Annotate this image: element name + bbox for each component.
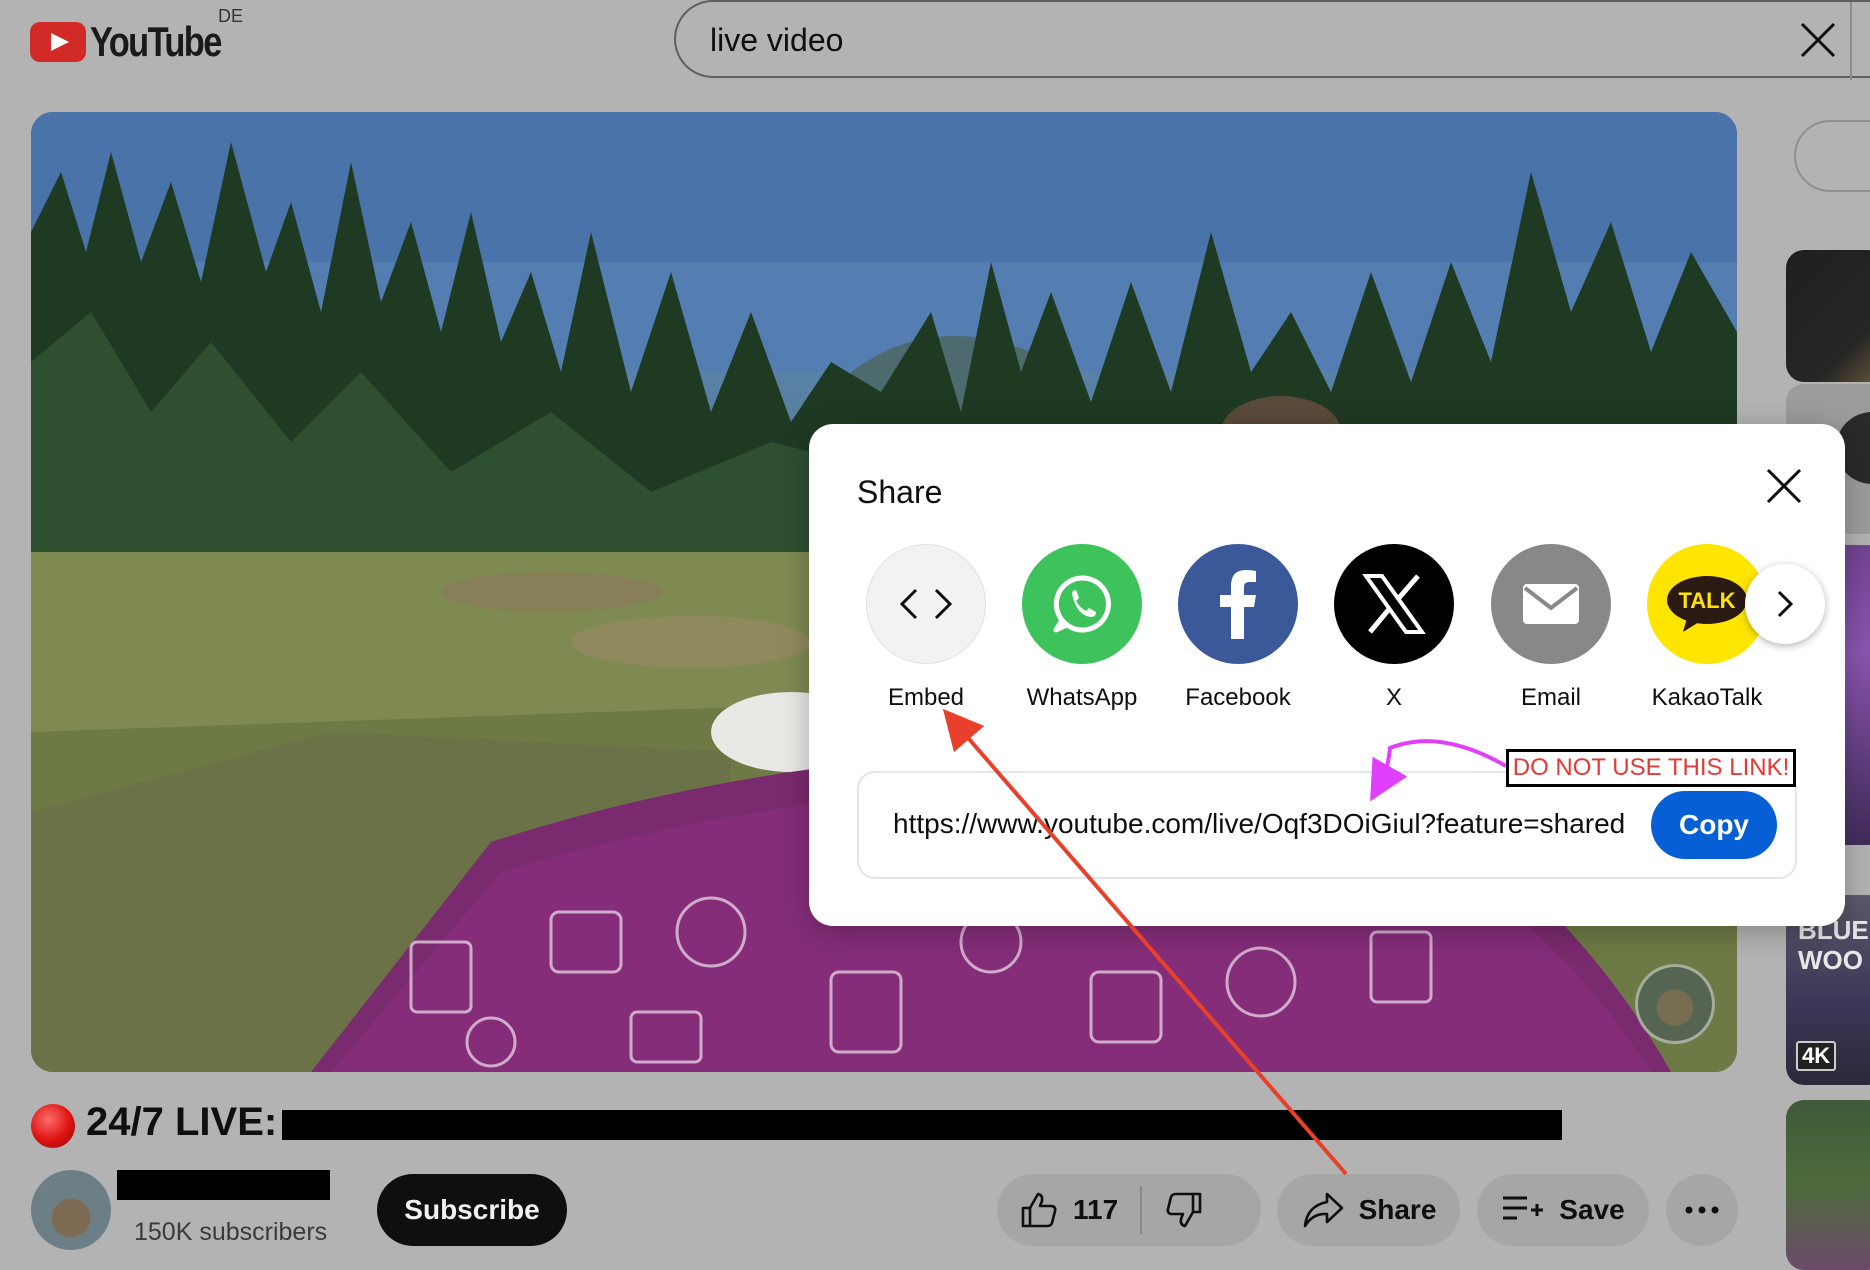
- region-code: DE: [218, 6, 244, 26]
- rail-chip[interactable]: [1794, 120, 1870, 192]
- share-option-label: Embed: [887, 684, 965, 711]
- search-box[interactable]: live video: [674, 0, 1870, 80]
- rail-thumbnail[interactable]: [1786, 250, 1870, 382]
- chevron-right-icon: [1777, 590, 1794, 618]
- share-url-field[interactable]: https://www.youtube.com/live/Oqf3DOiGiul…: [857, 771, 1797, 879]
- next-options-button[interactable]: [1745, 564, 1825, 644]
- youtube-logo[interactable]: YouTube: [30, 18, 249, 66]
- share-option-label: X: [1385, 684, 1402, 711]
- channel-avatar[interactable]: [31, 1170, 111, 1250]
- 4k-badge: 4K: [1796, 1041, 1837, 1071]
- like-count: 117: [1073, 1194, 1119, 1225]
- search-divider: [1850, 2, 1852, 80]
- like-button[interactable]: 117: [997, 1174, 1118, 1246]
- share-email-option[interactable]: Email: [1486, 544, 1616, 712]
- share-url-text[interactable]: https://www.youtube.com/live/Oqf3DOiGiul…: [893, 808, 1633, 840]
- share-label: Share: [1358, 1194, 1437, 1225]
- share-x-option[interactable]: X: [1329, 544, 1459, 712]
- share-option-label: Facebook: [1185, 684, 1291, 711]
- whatsapp-icon: [1022, 544, 1142, 664]
- like-divider: [1140, 1186, 1143, 1234]
- youtube-play-icon: [30, 22, 86, 62]
- close-icon[interactable]: [1764, 466, 1804, 506]
- facebook-icon: [1178, 544, 1298, 664]
- dialog-title: Share: [857, 474, 943, 510]
- playlist-add-icon: [1503, 1196, 1544, 1220]
- share-facebook-option[interactable]: Facebook: [1173, 544, 1303, 712]
- thumbs-down-icon: [1166, 1192, 1202, 1228]
- embed-icon: [866, 544, 986, 664]
- live-indicator-icon: [31, 1104, 75, 1148]
- search-input[interactable]: live video: [710, 22, 843, 59]
- channel-watermark[interactable]: [1635, 964, 1715, 1044]
- x-logo-icon: [1334, 544, 1454, 664]
- more-actions-button[interactable]: [1666, 1174, 1738, 1246]
- rail-thumbnail[interactable]: [1786, 1100, 1870, 1270]
- video-title: 24/7 LIVE:: [86, 1100, 278, 1144]
- share-button[interactable]: Share: [1277, 1174, 1460, 1246]
- share-dialog: Share Embed WhatsApp Facebook X Email TA…: [809, 424, 1845, 926]
- subscriber-count: 150K subscribers: [134, 1218, 328, 1246]
- logo-wordmark: YouTube: [90, 18, 222, 65]
- share-option-label: WhatsApp: [1026, 684, 1138, 711]
- clear-search-icon[interactable]: [1798, 20, 1838, 60]
- warning-annotation: DO NOT USE THIS LINK!: [1506, 749, 1796, 787]
- email-icon: [1491, 544, 1611, 664]
- copy-button[interactable]: Copy: [1651, 791, 1777, 859]
- share-option-label: Email: [1520, 684, 1581, 711]
- share-arrow-icon: [1303, 1192, 1343, 1228]
- kakao-badge-text: TALK: [1678, 588, 1735, 613]
- title-redaction: [282, 1110, 1562, 1140]
- channel-name-redaction: [117, 1170, 330, 1200]
- save-button[interactable]: Save: [1477, 1174, 1649, 1246]
- save-label: Save: [1559, 1194, 1625, 1225]
- thumbs-up-icon: [1021, 1192, 1057, 1228]
- subscribe-button[interactable]: Subscribe: [377, 1174, 567, 1246]
- share-embed-option[interactable]: Embed: [861, 544, 991, 712]
- more-dots-icon: [1685, 1206, 1719, 1214]
- like-dislike-group: 117: [997, 1174, 1261, 1246]
- dislike-button[interactable]: [1164, 1174, 1204, 1246]
- share-option-label: KakaoTalk: [1651, 684, 1763, 711]
- share-whatsapp-option[interactable]: WhatsApp: [1017, 544, 1147, 712]
